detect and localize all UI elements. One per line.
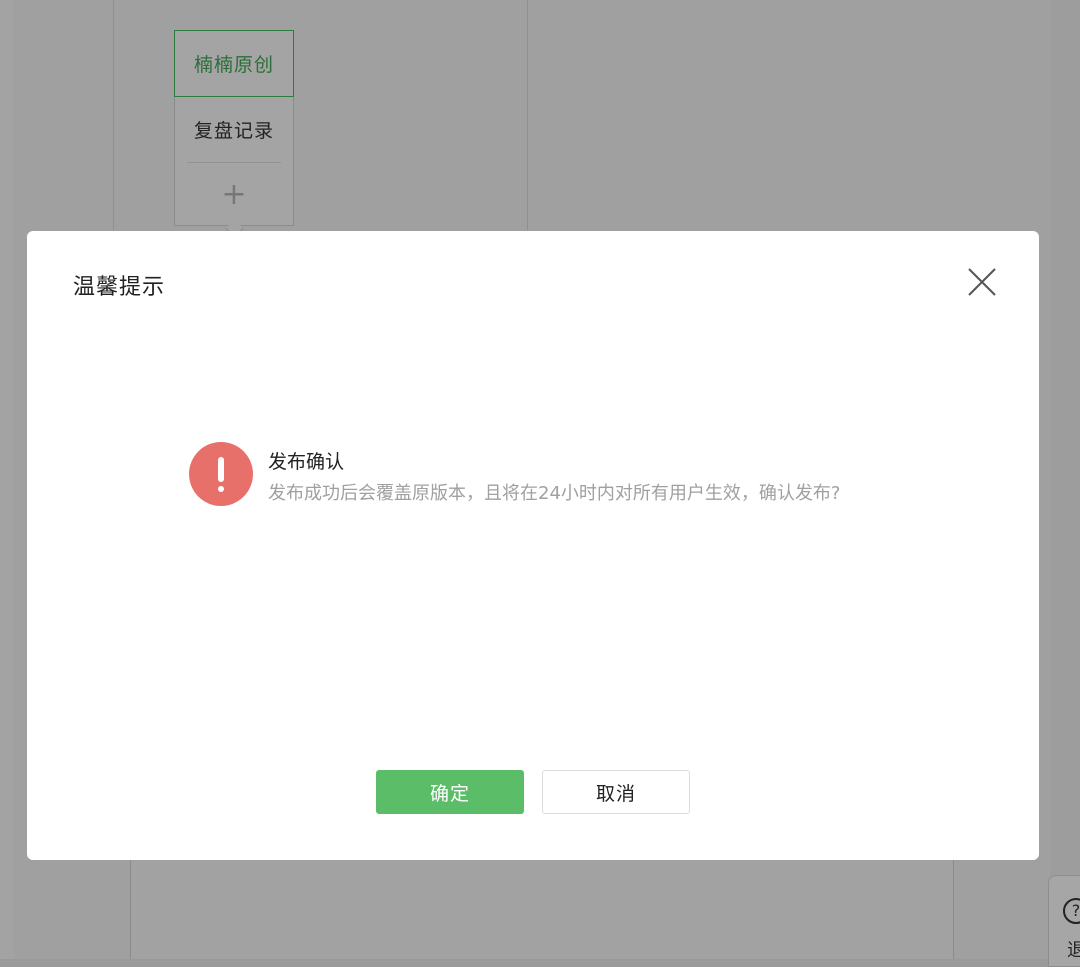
custom-menu-list: 楠楠原创 复盘记录 + [174,30,294,226]
help-label: 退 [1067,940,1080,961]
menu-item-nannan-original[interactable]: 楠楠原创 [174,30,294,97]
confirm-dialog: 温馨提示 发布确认 发布成功后会覆盖原版本，且将在24小时内对所有用户生效，确认… [27,231,1039,860]
message-body: 发布成功后会覆盖原版本，且将在24小时内对所有用户生效，确认发布? [268,483,841,504]
add-menu-item-button[interactable]: + [175,164,293,224]
exclamation-circle-icon [189,442,253,506]
background-left-strip [0,0,14,959]
question-circle-icon: ? [1063,898,1080,924]
menu-item-review-records[interactable]: 复盘记录 [175,97,293,161]
background-right-strip [1050,0,1080,959]
background-content-area [130,860,954,959]
close-icon[interactable] [965,265,999,299]
confirm-button[interactable]: 确定 [376,770,524,814]
background-divider [527,0,528,230]
menu-divider [187,162,281,163]
help-widget[interactable]: ? 退 [1048,875,1080,967]
dialog-title: 温馨提示 [73,275,166,300]
cancel-button[interactable]: 取消 [542,770,690,814]
background-divider [113,0,114,230]
message-title: 发布确认 [268,451,345,473]
